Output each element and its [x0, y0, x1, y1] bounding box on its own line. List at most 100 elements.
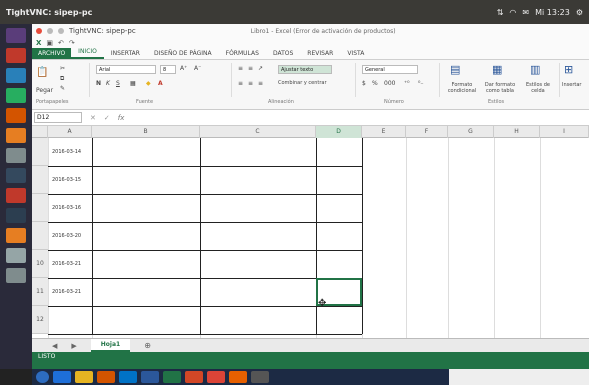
undo-icon[interactable]: ↶	[58, 39, 64, 47]
merge-center-button[interactable]: Combinar y centrar	[278, 80, 327, 86]
maximize-icon[interactable]	[58, 28, 64, 34]
tab-datos[interactable]: DATOS	[266, 50, 300, 59]
gear-icon[interactable]: ⚙	[576, 8, 583, 17]
sheet-tab-hoja1[interactable]: Hoja1	[90, 339, 131, 352]
save-icon[interactable]: ▣	[46, 39, 53, 47]
align-center-icon[interactable]: ≡	[248, 80, 253, 87]
vnc-icon[interactable]	[6, 208, 26, 223]
excel-icon[interactable]	[163, 371, 181, 383]
wifi-icon[interactable]: ◠	[509, 8, 516, 17]
column-header-g[interactable]: G	[448, 126, 494, 138]
column-header-c[interactable]: C	[200, 126, 316, 138]
formula-input[interactable]	[132, 112, 589, 123]
minimize-icon[interactable]	[47, 28, 53, 34]
align-right-icon[interactable]: ≡	[258, 80, 263, 87]
column-header-h[interactable]: H	[494, 126, 540, 138]
software-icon[interactable]	[6, 188, 26, 203]
date-cell[interactable]	[48, 306, 92, 334]
dash-icon[interactable]	[6, 28, 26, 43]
insert-icon[interactable]: ⊞	[564, 63, 573, 76]
tab-inicio[interactable]: INICIO	[71, 48, 104, 59]
network-icon[interactable]: ⇅	[497, 8, 504, 17]
paste-icon[interactable]: 📋	[36, 67, 48, 78]
row-header[interactable]: 12	[32, 306, 48, 334]
add-sheet-button[interactable]: ⊕	[144, 341, 151, 350]
tab-diseño-de-página[interactable]: DISEÑO DE PÁGINA	[147, 50, 219, 59]
tab-fórmulas[interactable]: FÓRMULAS	[219, 50, 266, 59]
disk-icon[interactable]	[6, 248, 26, 263]
outlook-icon[interactable]	[119, 371, 137, 383]
close-icon[interactable]	[36, 28, 42, 34]
column-header-b[interactable]: B	[92, 126, 200, 138]
cell-styles-button[interactable]: Estilos de celda	[520, 82, 556, 94]
borders-icon[interactable]: ▦	[130, 80, 136, 87]
calc-icon[interactable]	[6, 88, 26, 103]
tab-insertar[interactable]: INSERTAR	[104, 50, 147, 59]
column-header-i[interactable]: I	[540, 126, 589, 138]
column-header-f[interactable]: F	[406, 126, 448, 138]
files-icon[interactable]	[6, 48, 26, 63]
conditional-format-button[interactable]: Formato condicional	[442, 82, 482, 94]
row-header[interactable]	[32, 166, 48, 194]
align-left-icon[interactable]: ≡	[238, 80, 243, 87]
sheet-prev-icon[interactable]: ◀	[52, 342, 57, 350]
wrap-text-button[interactable]: Ajustar texto	[278, 65, 332, 74]
date-cell[interactable]: 2016-03-15	[48, 166, 92, 194]
firefox-icon[interactable]	[229, 371, 247, 383]
trash-icon[interactable]	[6, 268, 26, 283]
insert-button[interactable]: Insertar	[562, 82, 581, 88]
row-header[interactable]	[32, 222, 48, 250]
decimal-decrease-icon[interactable]: ⁰₋	[418, 80, 424, 87]
column-header-a[interactable]: A	[48, 126, 92, 138]
explorer-icon[interactable]	[75, 371, 93, 383]
date-cell[interactable]: 2016-03-16	[48, 194, 92, 222]
ie-icon[interactable]	[53, 371, 71, 383]
italic-icon[interactable]: K	[106, 80, 110, 87]
vnc-icon[interactable]	[251, 371, 269, 383]
conditional-format-icon[interactable]: ▤	[450, 63, 460, 76]
name-box[interactable]: D12	[34, 112, 82, 123]
word-icon[interactable]	[141, 371, 159, 383]
mail-icon[interactable]: ✉	[522, 8, 529, 17]
terminal-icon[interactable]	[6, 168, 26, 183]
orientation-icon[interactable]: ↗	[258, 65, 263, 72]
font-name-box[interactable]: Arial	[96, 65, 156, 74]
date-cell[interactable]: 2016-03-21	[48, 250, 92, 278]
percent-icon[interactable]: %	[372, 80, 378, 87]
enter-icon[interactable]: ✓	[104, 114, 110, 122]
increase-font-icon[interactable]: A⁺	[180, 65, 187, 72]
column-header-d[interactable]: D	[316, 126, 362, 138]
cell-styles-icon[interactable]: ▥	[530, 63, 540, 76]
tab-vista[interactable]: VISTA	[340, 50, 371, 59]
bold-icon[interactable]: N	[96, 80, 101, 87]
writer-icon[interactable]	[6, 68, 26, 83]
align-middle-icon[interactable]: ≡	[248, 65, 253, 72]
currency-icon[interactable]: $	[362, 80, 366, 87]
tab-archivo[interactable]: ARCHIVO	[32, 48, 72, 59]
date-cell[interactable]: 2016-03-14	[48, 138, 92, 166]
select-all-corner[interactable]	[32, 126, 48, 138]
format-painter-icon[interactable]: ✎	[60, 85, 65, 92]
row-header[interactable]	[32, 194, 48, 222]
row-header[interactable]	[32, 138, 48, 166]
row-header[interactable]: 10	[32, 250, 48, 278]
paste-button[interactable]: Pegar	[36, 87, 53, 94]
font-color-icon[interactable]: A	[158, 80, 163, 87]
settings-icon[interactable]	[6, 148, 26, 163]
chrome-icon[interactable]	[207, 371, 225, 383]
column-header-e[interactable]: E	[362, 126, 406, 138]
media-icon[interactable]	[97, 371, 115, 383]
firefox-icon[interactable]	[6, 128, 26, 143]
amazon-icon[interactable]	[6, 228, 26, 243]
sheet-next-icon[interactable]: ▶	[71, 342, 76, 350]
function-icon[interactable]: fx	[118, 114, 125, 122]
copy-icon[interactable]: ⧉	[60, 75, 64, 83]
thousands-icon[interactable]: 000	[384, 80, 395, 87]
font-size-box[interactable]: 8	[160, 65, 176, 74]
cut-icon[interactable]: ✂	[60, 65, 65, 72]
tab-revisar[interactable]: REVISAR	[300, 50, 340, 59]
row-header[interactable]: 11	[32, 278, 48, 306]
format-table-icon[interactable]: ▦	[492, 63, 502, 76]
decimal-increase-icon[interactable]: ⁺⁰	[404, 80, 410, 87]
powerpoint-icon[interactable]	[185, 371, 203, 383]
